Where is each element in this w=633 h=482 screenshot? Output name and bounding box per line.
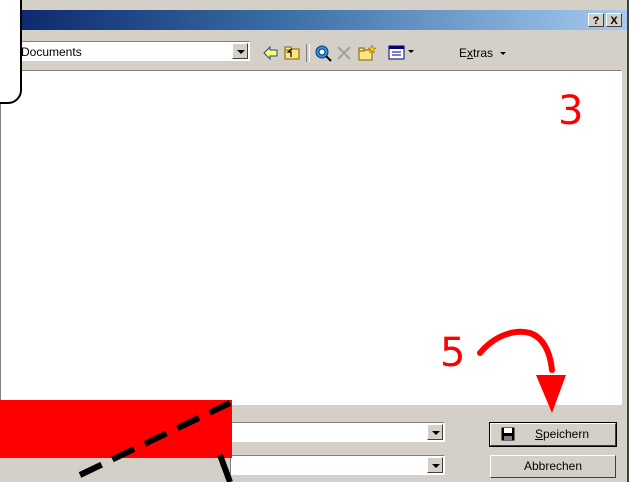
save-button[interactable]: Speichern bbox=[489, 422, 617, 447]
annotation-callout bbox=[0, 0, 22, 104]
title-bar: ? X bbox=[0, 10, 627, 30]
chevron-down-icon[interactable] bbox=[427, 424, 443, 440]
annotation-dashed-line bbox=[78, 400, 233, 482]
extras-menu[interactable]: Extras bbox=[459, 46, 507, 60]
floppy-disk-icon bbox=[501, 427, 515, 441]
annotation-arrow-icon bbox=[477, 328, 566, 413]
up-folder-icon[interactable] bbox=[283, 44, 301, 62]
filetype-combobox[interactable] bbox=[230, 455, 445, 475]
save-accel: S bbox=[534, 427, 543, 441]
delete-icon[interactable] bbox=[335, 44, 353, 62]
views-icon[interactable] bbox=[388, 44, 406, 62]
filename-combobox[interactable] bbox=[230, 422, 445, 442]
help-button-label: ? bbox=[592, 15, 600, 27]
annotation-step-5: 5 bbox=[440, 330, 466, 376]
cancel-button[interactable]: Abbrechen bbox=[490, 455, 616, 478]
chevron-down-icon[interactable] bbox=[232, 43, 248, 59]
save-rest: peichern bbox=[542, 427, 590, 441]
views-dropdown-icon[interactable] bbox=[408, 50, 414, 53]
search-web-icon[interactable] bbox=[314, 44, 332, 62]
new-folder-icon[interactable] bbox=[358, 44, 376, 62]
close-button[interactable]: X bbox=[606, 13, 622, 27]
location-value: Documents bbox=[21, 45, 82, 59]
close-button-label: X bbox=[610, 15, 618, 27]
chevron-down-icon[interactable] bbox=[427, 457, 443, 473]
annotation-step-3: 3 bbox=[558, 88, 584, 134]
extras-label-prefix: E bbox=[459, 46, 468, 60]
location-combobox[interactable]: Documents bbox=[0, 41, 250, 61]
toolbar-separator bbox=[306, 44, 310, 62]
help-button[interactable]: ? bbox=[588, 13, 604, 27]
extras-label-rest: tras bbox=[473, 46, 494, 60]
cancel-button-label: Abbrechen bbox=[523, 459, 583, 473]
save-button-label: Speichern bbox=[535, 427, 589, 441]
extras-dropdown-icon bbox=[500, 52, 507, 56]
back-arrow-icon[interactable] bbox=[262, 44, 280, 62]
